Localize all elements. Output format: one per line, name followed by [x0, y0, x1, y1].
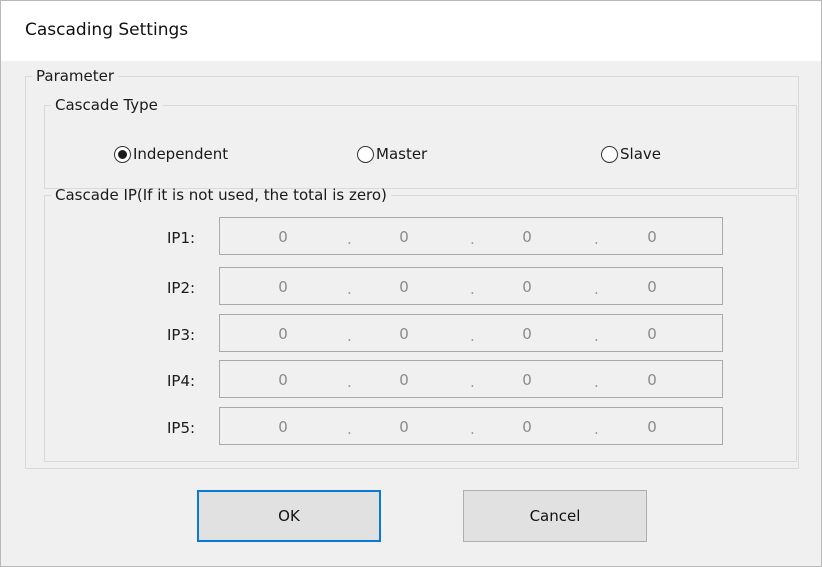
- parameter-legend: Parameter: [36, 67, 115, 85]
- radio-circle-icon: [114, 145, 131, 163]
- ip-octet[interactable]: 0: [392, 228, 416, 246]
- cascade-ip-legend: Cascade IP(If it is not used, the total …: [55, 186, 387, 204]
- ip-separator: .: [347, 230, 352, 248]
- ip-separator: .: [594, 230, 599, 248]
- ip-address-field[interactable]: 0 0 0 0...: [219, 360, 723, 398]
- ip-row: IP1: 0 0 0 0...: [1, 217, 822, 257]
- radio-master[interactable]: Master: [357, 145, 427, 163]
- cancel-button[interactable]: Cancel: [463, 490, 647, 542]
- ip-label: IP4:: [167, 372, 196, 390]
- ip-octet[interactable]: 0: [515, 278, 539, 296]
- ip-octet[interactable]: 0: [515, 228, 539, 246]
- ip-octet[interactable]: 0: [640, 325, 664, 343]
- radio-slave[interactable]: Slave: [601, 145, 661, 163]
- cascade-type-group: Cascade Type: [44, 96, 797, 189]
- ip-octet[interactable]: 0: [271, 418, 295, 436]
- ip-octet[interactable]: 0: [392, 418, 416, 436]
- ip-separator: .: [470, 280, 475, 298]
- ip-address-field[interactable]: 0 0 0 0...: [219, 267, 723, 305]
- ip-separator: .: [347, 420, 352, 438]
- ip-separator: .: [470, 327, 475, 345]
- ip-separator: .: [347, 327, 352, 345]
- radio-label: Slave: [620, 145, 661, 163]
- radio-circle-icon: [357, 145, 374, 163]
- ip-label: IP1:: [167, 229, 196, 247]
- ip-separator: .: [347, 373, 352, 391]
- ok-button[interactable]: OK: [197, 490, 381, 542]
- radio-label: Master: [376, 145, 428, 163]
- ip-separator: .: [594, 373, 599, 391]
- ip-octet[interactable]: 0: [392, 278, 416, 296]
- ip-octet[interactable]: 0: [271, 371, 295, 389]
- ip-octet[interactable]: 0: [640, 371, 664, 389]
- ip-separator: .: [594, 280, 599, 298]
- ip-label: IP3:: [167, 326, 196, 344]
- radio-label: Independent: [133, 145, 229, 163]
- title-bar: Cascading Settings: [1, 1, 821, 61]
- ip-octet[interactable]: 0: [515, 325, 539, 343]
- ip-separator: .: [594, 420, 599, 438]
- ip-row: IP5: 0 0 0 0...: [1, 407, 822, 447]
- ip-row: IP3: 0 0 0 0...: [1, 314, 822, 354]
- ip-octet[interactable]: 0: [640, 228, 664, 246]
- ip-row: IP2: 0 0 0 0...: [1, 267, 822, 307]
- ip-separator: .: [470, 230, 475, 248]
- ip-octet[interactable]: 0: [271, 228, 295, 246]
- ip-address-field[interactable]: 0 0 0 0...: [219, 217, 723, 255]
- ip-address-field[interactable]: 0 0 0 0...: [219, 407, 723, 445]
- ip-row: IP4: 0 0 0 0...: [1, 360, 822, 400]
- ip-separator: .: [594, 327, 599, 345]
- ip-octet[interactable]: 0: [271, 278, 295, 296]
- ip-separator: .: [347, 280, 352, 298]
- ip-octet[interactable]: 0: [640, 418, 664, 436]
- cascade-type-legend: Cascade Type: [55, 96, 158, 114]
- cascading-settings-dialog: Cascading Settings Parameter Cascade Typ…: [0, 0, 822, 567]
- ip-octet[interactable]: 0: [392, 325, 416, 343]
- ip-label: IP5:: [167, 419, 196, 437]
- ip-octet[interactable]: 0: [515, 371, 539, 389]
- radio-circle-icon: [601, 145, 618, 163]
- radio-independent[interactable]: Independent: [114, 145, 228, 163]
- ip-octet[interactable]: 0: [271, 325, 295, 343]
- ip-octet[interactable]: 0: [640, 278, 664, 296]
- ip-separator: .: [470, 420, 475, 438]
- ip-label: IP2:: [167, 279, 196, 297]
- ip-address-field[interactable]: 0 0 0 0...: [219, 314, 723, 352]
- ip-octet[interactable]: 0: [392, 371, 416, 389]
- dialog-title: Cascading Settings: [25, 20, 189, 40]
- ip-separator: .: [470, 373, 475, 391]
- ip-octet[interactable]: 0: [515, 418, 539, 436]
